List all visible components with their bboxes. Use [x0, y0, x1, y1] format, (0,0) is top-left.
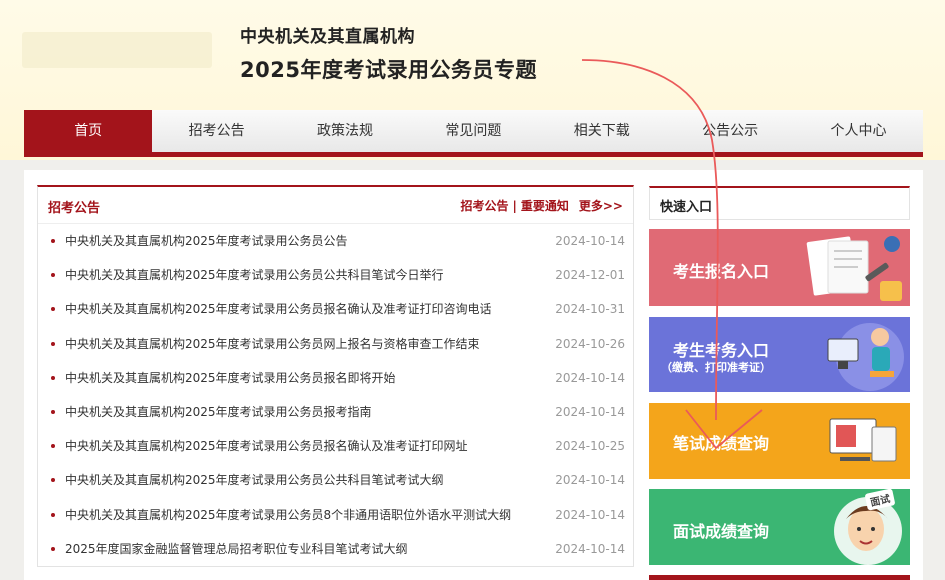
nav-item-policies[interactable]: 政策法规 — [281, 110, 409, 152]
list-item[interactable]: 中央机关及其直属机构2025年度考试录用公务员报名确认及准考证打印网址 2024-… — [38, 429, 633, 463]
announcement-panel: 招考公告 招考公告 | 重要通知 更多>> 中央机关及其直属机构2025年度考试录用公… — [37, 185, 634, 567]
bullet-icon — [51, 409, 55, 414]
list-item-title[interactable]: 2025年度国家金融监督管理总局招考职位专业科目笔试考试大纲 — [65, 542, 408, 556]
list-item-date: 2024-10-14 — [555, 234, 625, 248]
score-board-illustration-icon — [829, 418, 897, 462]
bullet-icon — [51, 512, 55, 517]
nav-item-personal-center[interactable]: 个人中心 — [794, 110, 922, 152]
announcement-panel-title: 招考公告 — [48, 201, 101, 216]
list-item-date: 2024-10-14 — [555, 473, 625, 488]
list-item[interactable]: 中央机关及其直属机构2025年度考试录用公务员8个非通用语职位外语水平测试大纲 2… — [38, 498, 633, 532]
list-item-date: 2024-10-14 — [555, 541, 625, 556]
registration-form-illustration-icon — [806, 236, 902, 301]
site-logo[interactable] — [22, 32, 212, 68]
list-item-title[interactable]: 中央机关及其直属机构2025年度考试录用公务员报名即将开始 — [65, 371, 396, 385]
list-item-date: 2024-10-14 — [555, 507, 625, 522]
exam-affairs-entry-label: 考生考务入口 — [673, 341, 770, 360]
announcement-list: 中央机关及其直属机构2025年度考试录用公务员公告 2024-10-14 中央机关… — [38, 224, 633, 566]
list-item-title[interactable]: 中央机关及其直属机构2025年度考试录用公务员报名确认及准考证打印网址 — [65, 439, 468, 453]
list-item-date: 2024-10-31 — [555, 302, 625, 317]
announcement-panel-links: 招考公告 | 重要通知 更多>> — [460, 197, 623, 214]
list-item[interactable]: 中央机关及其直属机构2025年度考试录用公务员报考指南 2024-10-14 — [38, 395, 633, 429]
bullet-icon — [51, 375, 55, 380]
quick-access-title: 快速入口 — [660, 200, 713, 215]
nav-item-announcements[interactable]: 招考公告 — [152, 110, 280, 152]
list-item-title[interactable]: 中央机关及其直属机构2025年度考试录用公务员8个非通用语职位外语水平测试大纲 — [65, 508, 511, 522]
written-score-query-button[interactable]: 笔试成绩查询 — [649, 403, 910, 479]
interview-score-query-label: 面试成绩查询 — [673, 522, 770, 541]
org-title: 中央机关及其直属机构 — [240, 27, 415, 47]
registration-entry-label: 考生报名入口 — [673, 262, 770, 281]
list-item-date: 2024-10-14 — [555, 404, 625, 419]
main-nav: 首页 招考公告 政策法规 常见问题 相关下载 公告公示 个人中心 — [24, 110, 923, 157]
list-item-title[interactable]: 中央机关及其直属机构2025年度考试录用公务员报考指南 — [65, 405, 372, 419]
exam-affairs-entry-button[interactable]: 考生考务入口 （缴费、打印准考证） — [649, 317, 910, 392]
quick-access-header: 快速入口 — [649, 186, 910, 220]
list-item-date: 2024-10-26 — [555, 336, 625, 351]
list-item-title[interactable]: 中央机关及其直属机构2025年度考试录用公务员网上报名与资格审查工作结束 — [65, 337, 480, 351]
list-item[interactable]: 中央机关及其直属机构2025年度考试录用公务员报名即将开始 2024-10-14 — [38, 361, 633, 395]
bullet-icon — [51, 239, 55, 243]
nav-item-faq[interactable]: 常见问题 — [409, 110, 537, 152]
link-separator: | — [512, 199, 517, 213]
more-link[interactable]: 更多>> — [579, 199, 623, 213]
link-important-notices[interactable]: 重要通知 — [521, 199, 569, 213]
bullet-icon — [51, 444, 55, 449]
bullet-icon — [51, 307, 55, 312]
interview-candidate-illustration-icon — [834, 497, 902, 565]
bottom-accent-bar — [649, 575, 910, 580]
list-item-date: 2024-10-25 — [555, 439, 625, 454]
list-item-title[interactable]: 中央机关及其直属机构2025年度考试录用公务员公共科目笔试考试大纲 — [65, 473, 444, 487]
list-item[interactable]: 中央机关及其直属机构2025年度考试录用公务员公共科目笔试考试大纲 2024-10… — [38, 463, 633, 497]
list-item[interactable]: 中央机关及其直属机构2025年度考试录用公务员公共科目笔试今日举行 2024-12… — [38, 258, 633, 292]
list-item-title[interactable]: 中央机关及其直属机构2025年度考试录用公务员公共科目笔试今日举行 — [65, 268, 444, 282]
bullet-icon — [51, 546, 55, 551]
announcement-panel-header: 招考公告 招考公告 | 重要通知 更多>> — [38, 187, 633, 224]
exam-affairs-entry-sublabel: （缴费、打印准考证） — [661, 361, 771, 374]
nav-item-downloads[interactable]: 相关下载 — [538, 110, 666, 152]
list-item-date: 2024-12-01 — [555, 268, 625, 283]
nav-item-home[interactable]: 首页 — [24, 110, 153, 152]
list-item-title[interactable]: 中央机关及其直属机构2025年度考试录用公务员报名确认及准考证打印咨询电话 — [65, 302, 492, 316]
list-item-title[interactable]: 中央机关及其直属机构2025年度考试录用公务员公告 — [65, 234, 348, 248]
bullet-icon — [51, 478, 55, 483]
student-at-computer-illustration-icon — [827, 323, 904, 391]
nav-item-notices[interactable]: 公告公示 — [666, 110, 794, 152]
registration-entry-button[interactable]: 考生报名入口 — [649, 229, 910, 306]
list-item-date: 2024-10-14 — [555, 370, 625, 385]
written-score-query-label: 笔试成绩查询 — [673, 434, 770, 453]
bullet-icon — [51, 341, 55, 346]
interview-score-query-button[interactable]: 面试成绩查询 面试 — [649, 489, 910, 565]
bullet-icon — [51, 273, 55, 278]
list-item[interactable]: 中央机关及其直属机构2025年度考试录用公务员网上报名与资格审查工作结束 2024… — [38, 327, 633, 361]
page-title: 2025年度考试录用公务员专题 — [240, 58, 537, 82]
list-item[interactable]: 中央机关及其直属机构2025年度考试录用公务员报名确认及准考证打印咨询电话 202… — [38, 292, 633, 326]
link-announcements[interactable]: 招考公告 — [460, 199, 508, 213]
list-item[interactable]: 2025年度国家金融监督管理总局招考职位专业科目笔试考试大纲 2024-10-14 — [38, 532, 633, 566]
list-item[interactable]: 中央机关及其直属机构2025年度考试录用公务员公告 2024-10-14 — [38, 224, 633, 258]
